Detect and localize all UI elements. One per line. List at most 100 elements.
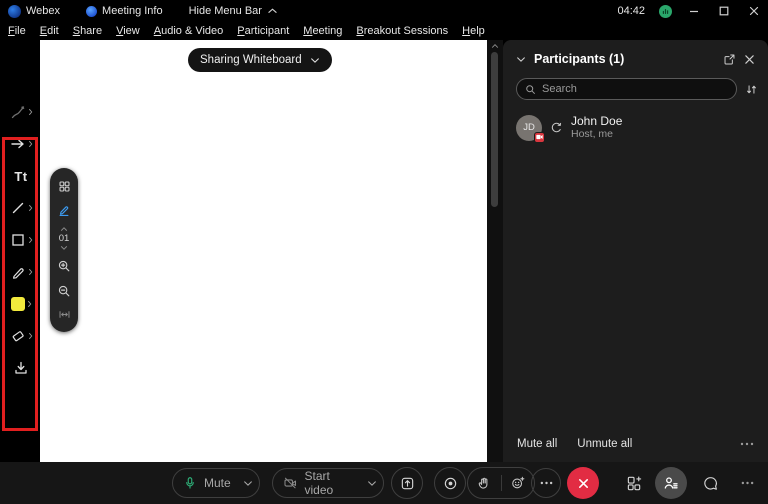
reactions-button-group [467, 467, 535, 499]
chevron-down-icon [310, 57, 320, 64]
search-icon [525, 84, 536, 95]
chevron-right-icon [28, 204, 33, 212]
chevron-down-icon[interactable] [367, 480, 377, 487]
participants-panel-header: Participants (1) [503, 40, 768, 72]
arrow-icon [10, 139, 24, 149]
menu-view[interactable]: View [109, 25, 147, 37]
divider [500, 475, 502, 491]
more-dots-icon [741, 481, 753, 485]
chat-bubble-icon [703, 476, 717, 490]
tool-pen-button[interactable] [6, 259, 36, 285]
participant-info: John Doe Host, me [571, 114, 622, 141]
app-name: Webex [26, 5, 61, 17]
chevron-right-icon [28, 268, 33, 276]
page-down-button[interactable] [60, 244, 68, 251]
whiteboard-canvas[interactable] [40, 40, 487, 462]
tool-laser-pointer-button[interactable] [6, 99, 36, 125]
apps-button[interactable] [618, 467, 650, 499]
search-input[interactable] [542, 83, 728, 95]
mute-label: Mute [204, 476, 231, 490]
more-options-icon[interactable] [740, 442, 754, 446]
menu-breakout-sessions[interactable]: Breakout Sessions [349, 25, 455, 37]
leave-x-icon [578, 478, 588, 488]
maximize-button[interactable] [716, 3, 732, 19]
canvas-scrollbar[interactable] [487, 40, 503, 462]
raise-hand-button[interactable] [477, 476, 491, 490]
menu-meeting[interactable]: Meeting [296, 25, 349, 37]
zoom-in-button[interactable] [54, 257, 74, 275]
collapse-panel-chevron-icon[interactable] [516, 56, 526, 63]
chevron-right-icon [28, 140, 33, 148]
zoom-out-button[interactable] [54, 281, 74, 299]
camera-off-badge-icon [534, 131, 545, 143]
share-screen-icon [401, 477, 413, 489]
pen-icon [12, 268, 24, 279]
thumbnails-grid-button[interactable] [54, 177, 74, 195]
tool-arrow-button[interactable] [6, 131, 36, 157]
clock-time: 04:42 [617, 5, 645, 17]
avatar: JD [516, 114, 545, 143]
menu-participant[interactable]: Participant [230, 25, 296, 37]
chevron-right-icon [27, 300, 32, 308]
text-tool-icon: Tt [14, 168, 28, 184]
menu-edit[interactable]: Edit [33, 25, 66, 37]
leave-meeting-button[interactable] [567, 467, 599, 499]
close-window-button[interactable] [746, 3, 762, 19]
close-panel-icon[interactable] [744, 54, 755, 65]
menu-share[interactable]: Share [66, 25, 109, 37]
page-number: 01 [58, 232, 70, 244]
participant-role: Host, me [571, 128, 614, 140]
more-panels-button[interactable] [731, 467, 763, 499]
tool-shape-button[interactable] [6, 227, 36, 253]
menu-file[interactable]: File [0, 25, 33, 37]
tool-color-button[interactable] [6, 291, 36, 317]
camera-off-icon [284, 477, 297, 489]
record-button[interactable] [434, 467, 466, 499]
start-video-label: Start video [304, 469, 334, 497]
menu-help[interactable]: Help [455, 25, 492, 37]
annotate-pen-button[interactable] [54, 201, 74, 219]
hide-menu-bar-button[interactable]: Hide Menu Bar [189, 5, 278, 17]
tool-eraser-button[interactable] [6, 323, 36, 349]
participants-panel-footer: Mute all Unmute all [503, 426, 768, 462]
participant-row[interactable]: JD John Doe Host, me [503, 104, 768, 151]
webex-logo-icon [8, 4, 21, 18]
chevron-right-icon [28, 332, 33, 340]
raise-hand-icon [478, 477, 488, 489]
meeting-info-button[interactable]: Meeting Info [86, 5, 163, 17]
more-controls-button[interactable] [531, 468, 561, 498]
smiley-reaction-icon [511, 476, 525, 489]
webex-meeting-window: Webex Meeting Info Hide Menu Bar 04:42 F… [0, 0, 768, 504]
start-video-button[interactable]: Start video [272, 468, 384, 498]
yellow-color-swatch-icon [10, 297, 25, 311]
mute-all-button[interactable]: Mute all [517, 438, 557, 450]
participant-name: John Doe [571, 114, 623, 128]
sort-participants-icon[interactable] [745, 83, 758, 96]
laser-pointer-icon [11, 106, 24, 119]
participants-search-row [503, 72, 768, 104]
tool-text-button[interactable]: Tt [6, 163, 36, 189]
scroll-up-icon[interactable] [491, 43, 499, 49]
participants-panel-button[interactable] [655, 467, 687, 499]
tool-line-button[interactable] [6, 195, 36, 221]
whiteboard-floating-toolbar: 01 [50, 168, 78, 332]
chevron-down-icon[interactable] [243, 480, 253, 487]
page-up-button[interactable] [60, 226, 68, 233]
menu-audio-video[interactable]: Audio & Video [147, 25, 231, 37]
annotation-tool-rail: Tt [0, 40, 40, 462]
tool-save-button[interactable] [6, 355, 36, 381]
fit-to-width-button[interactable] [54, 306, 74, 324]
unmute-all-button[interactable]: Unmute all [577, 438, 632, 450]
popout-panel-icon[interactable] [723, 53, 736, 66]
search-box[interactable] [516, 78, 737, 100]
sharing-whiteboard-dropdown[interactable]: Sharing Whiteboard [188, 48, 332, 72]
scrollbar-thumb[interactable] [491, 52, 498, 207]
share-content-button[interactable] [391, 467, 423, 499]
reactions-button[interactable] [511, 476, 525, 490]
chevron-right-icon [28, 108, 33, 116]
chevron-up-icon [267, 7, 278, 15]
minimize-button[interactable] [686, 3, 702, 19]
chat-panel-button[interactable] [694, 467, 726, 499]
mute-button[interactable]: Mute [172, 468, 260, 498]
user-status-icon[interactable] [659, 4, 672, 18]
